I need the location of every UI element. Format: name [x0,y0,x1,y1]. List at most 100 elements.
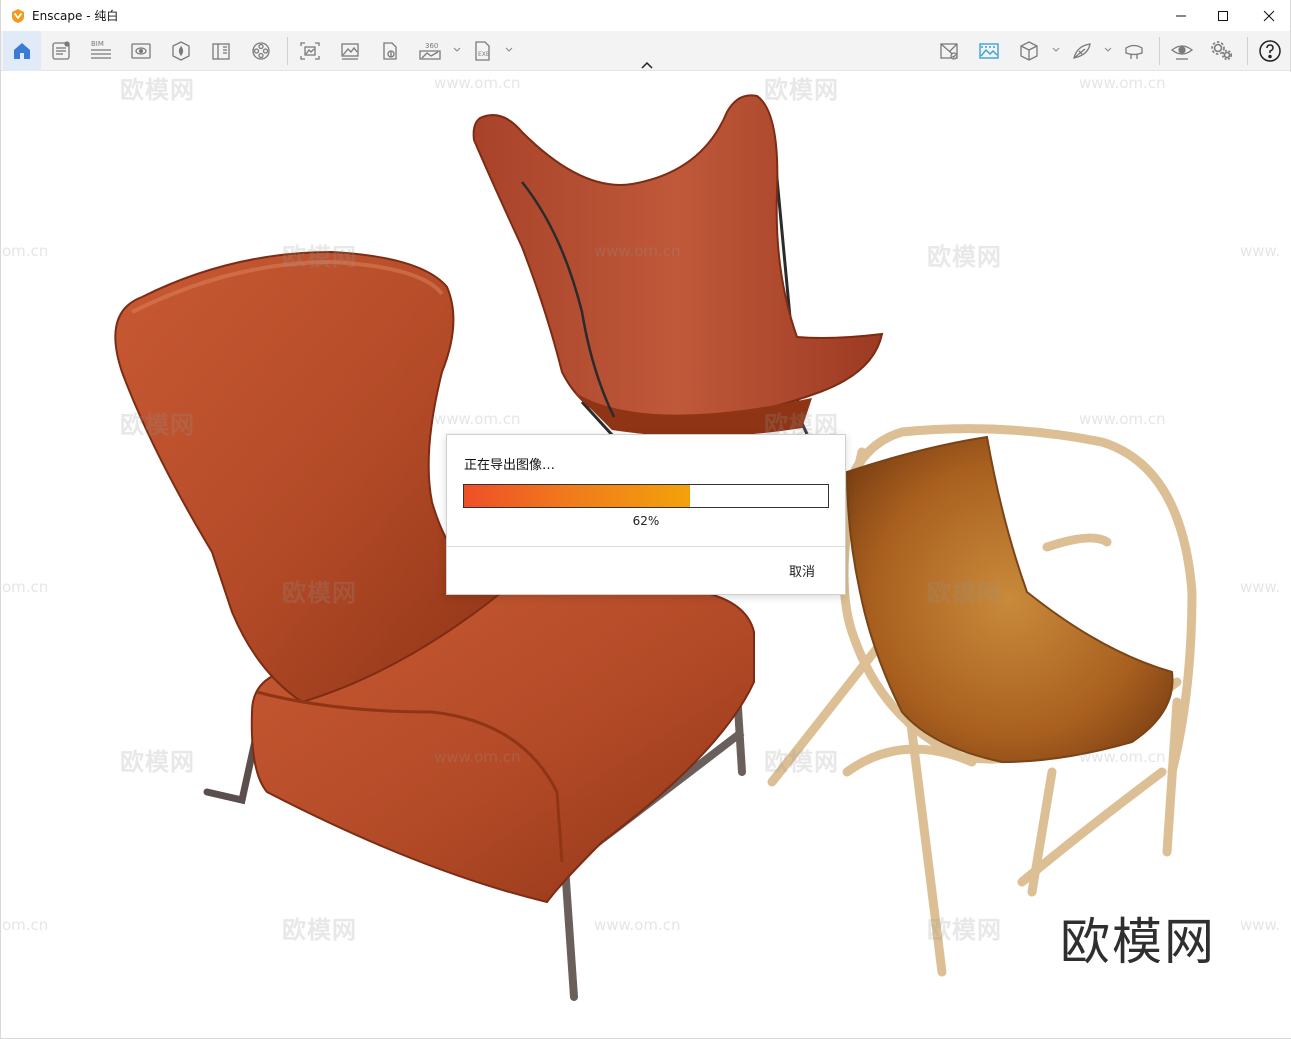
home-icon [14,43,30,59]
video-editor-icon [252,42,270,60]
progress-bar [463,484,829,508]
watermark-url: www.om.cn [1079,74,1166,92]
title-bar: Enscape - 纯白 [1,0,1290,31]
watermark-url-partial: om.cn [2,916,49,934]
progress-percent: 62% [632,514,660,528]
batch-render-icon [341,43,359,60]
chevron-down-icon [453,47,461,52]
toolbar-collapse-button[interactable] [638,58,656,72]
progress-bar-fill [464,485,690,507]
watermark-url: www.om.cn [594,916,681,934]
export-progress-dialog: 正在导出图像… 62% 取消 [446,434,846,595]
watermark-url-partial: www. [1240,916,1281,934]
minimize-button[interactable] [1158,0,1204,31]
notes-icon [52,41,70,60]
close-button[interactable] [1246,0,1291,31]
watermark-text: 欧模网 [927,243,1002,271]
views-icon [131,43,151,59]
sync-view-button[interactable] [930,31,968,71]
vr-headset-button[interactable] [1115,31,1153,71]
watermark-url: www.om.cn [434,410,521,428]
watermark-text: 欧模网 [282,243,357,271]
notes-button[interactable] [42,31,80,71]
exe-export-dropdown[interactable] [504,44,514,56]
orthographic-button[interactable] [1010,31,1048,71]
render-image-button[interactable] [970,31,1008,71]
watermark-url-partial: www. [1240,578,1281,596]
exe-export-icon: EXE [475,41,490,61]
material-sun-icon [1073,43,1091,59]
toolbar-separator [1247,37,1248,65]
enscape-logo-icon [12,8,24,23]
asset-library-button[interactable] [162,31,200,71]
vr-headset-icon [1125,44,1143,59]
watermark-text: 欧模网 [764,76,839,104]
bim-button[interactable]: BIM [82,31,120,71]
watermark-url: www.om.cn [594,242,681,260]
360-export-dropdown[interactable] [452,44,462,56]
settings-button[interactable] [1203,31,1241,71]
maximize-icon [1218,10,1228,21]
panorama-icon [383,42,397,60]
toolbar-separator [287,37,288,65]
watermark-url: www.om.cn [1079,748,1166,766]
watermark-url-partial: om.cn [2,242,49,260]
watermark-url: www.om.cn [434,748,521,766]
360-export-icon: 360 [419,42,441,60]
watermark-url-partial: om.cn [2,578,49,596]
dialog-divider [447,546,845,547]
render-image-icon [979,43,999,59]
enscape-window: Enscape - 纯白 BIM 360 EXE 欧模网 www.om.cn 欧… [0,0,1291,1039]
chevron-up-icon [641,61,653,69]
watermark-text: 欧模网 [282,579,357,607]
chevron-down-icon [505,47,513,52]
view-settings-icon [1170,45,1194,60]
screenshot-icon [300,42,320,60]
material-editor-icon [212,43,230,60]
toolbar-separator [1159,37,1160,65]
exe-label: EXE [478,51,490,58]
settings-icon [1211,41,1233,61]
360-export-button[interactable]: 360 [411,31,449,71]
pano-label: 360 [425,42,438,50]
bim-icon: BIM [91,40,111,59]
close-icon [1263,10,1275,21]
watermark-text: 欧模网 [120,748,195,776]
material-editor-button[interactable] [202,31,240,71]
material-sun-dropdown[interactable] [1103,44,1113,56]
orthographic-icon [1020,41,1038,61]
watermark-text: 欧模网 [120,76,195,104]
chevron-down-icon [1104,47,1112,52]
dialog-title: 正在导出图像… [464,458,556,473]
watermark-text: 欧模网 [764,748,839,776]
window-title: Enscape - 纯白 [32,9,119,23]
maximize-button[interactable] [1200,0,1246,31]
view-settings-button[interactable] [1163,31,1201,71]
brand-watermark: 欧模网 [1060,913,1216,971]
views-button[interactable] [122,31,160,71]
asset-library-icon [172,41,190,61]
watermark-text: 欧模网 [927,579,1002,607]
bim-label: BIM [91,40,104,48]
watermark-text: 欧模网 [120,411,195,439]
panorama-button[interactable] [371,31,409,71]
watermark-text: 欧模网 [927,916,1002,944]
watermark-text: 欧模网 [282,916,357,944]
batch-render-button[interactable] [331,31,369,71]
chevron-down-icon [1052,47,1060,52]
help-button[interactable] [1251,31,1289,71]
watermark-url: www.om.cn [434,74,521,92]
material-sun-button[interactable] [1063,31,1101,71]
home-button[interactable] [3,31,41,71]
watermark-url-partial: www. [1240,242,1281,260]
minimize-icon [1176,15,1186,16]
exe-export-button[interactable]: EXE [464,31,502,71]
screenshot-button[interactable] [291,31,329,71]
orthographic-dropdown[interactable] [1051,44,1061,56]
watermark-url: www.om.cn [1079,410,1166,428]
sync-view-icon [940,43,958,60]
butterfly-chair [472,94,884,439]
video-editor-button[interactable] [242,31,280,71]
cancel-button[interactable]: 取消 [789,561,815,580]
help-icon [1259,40,1281,62]
